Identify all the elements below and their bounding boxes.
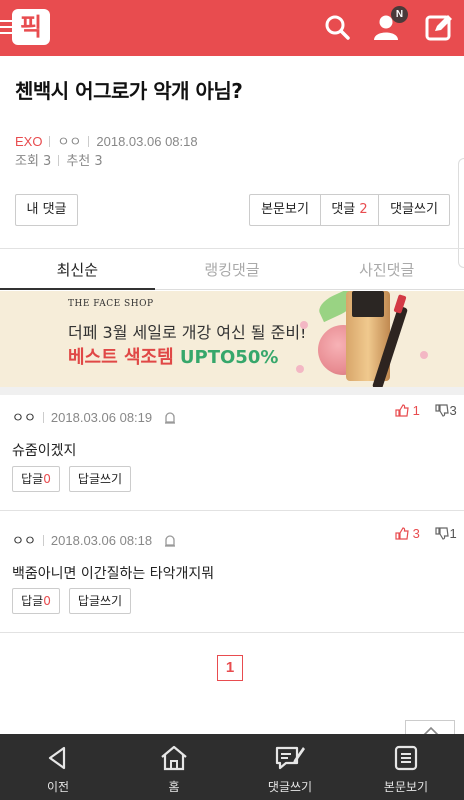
upvote-count: 3 <box>412 526 420 541</box>
divider <box>0 510 464 511</box>
nav-home[interactable]: 홈 <box>116 734 232 800</box>
page-1-link[interactable]: 1 <box>217 655 243 681</box>
nav-home-label: 홈 <box>168 780 180 794</box>
comment-author: ㅇㅇ <box>12 533 36 548</box>
nav-view-post[interactable]: 본문보기 <box>348 734 464 800</box>
thumbs-up-button[interactable]: 1 <box>395 403 420 418</box>
comment-sort-tabs: 최신순 랭킹댓글 사진댓글 <box>0 252 464 290</box>
top-app-bar: 픽 N <box>0 0 464 56</box>
home-icon <box>161 745 187 771</box>
divider <box>0 632 464 633</box>
ad-brand: THE FACE SHOP <box>68 299 154 309</box>
ad-subheadline-red: 베스트 색조템 <box>68 347 180 368</box>
thumbs-down-button[interactable]: 1 <box>435 526 457 541</box>
my-comments-button[interactable]: 내 댓글 <box>15 194 78 226</box>
post-recommends: 추천 3 <box>66 154 103 169</box>
thumbs-down-icon <box>435 404 450 417</box>
divider <box>0 248 464 249</box>
thumbs-down-button[interactable]: 3 <box>435 403 457 418</box>
nav-write-comment[interactable]: 댓글쓰기 <box>232 734 348 800</box>
comment-author: ㅇㅇ <box>12 410 36 425</box>
post-action-group: 본문보기 댓글 2 댓글쓰기 <box>249 194 450 226</box>
comment-text: 슈줌이겠지 <box>12 443 77 459</box>
reply-label: 답글 <box>21 594 44 608</box>
bottom-nav: 이전 홈 댓글쓰기 본문보기 <box>0 734 464 800</box>
reply-count-button[interactable]: 답글0 <box>12 588 60 614</box>
thumbs-up-icon <box>395 404 409 417</box>
reply-count: 0 <box>43 594 51 608</box>
post-stats: 조회 3 추천 3 <box>15 150 103 169</box>
site-logo[interactable]: 픽 <box>12 9 50 45</box>
thumbs-down-icon <box>435 527 450 540</box>
post-title: 첸백시 어그로가 악개 아님? <box>15 79 243 103</box>
comment-meta: ㅇㅇ 2018.03.06 08:18 <box>12 530 176 549</box>
comment-votes: 1 3 <box>395 403 457 418</box>
comment-datetime: 2018.03.06 08:19 <box>50 410 153 425</box>
view-post-button[interactable]: 본문보기 <box>250 195 321 225</box>
comment-text: 백줌아니면 이간질하는 타악개지뭐 <box>12 566 215 582</box>
section-gap <box>0 387 464 395</box>
comments-count: 2 <box>359 202 368 217</box>
write-icon[interactable] <box>424 12 454 42</box>
tab-ranking[interactable]: 랭킹댓글 <box>154 252 310 290</box>
downvote-count: 1 <box>449 526 457 541</box>
back-icon <box>48 746 66 770</box>
nav-view-post-label: 본문보기 <box>383 780 429 794</box>
downvote-count: 3 <box>449 403 457 418</box>
post-meta: EXO ㅇㅇ 2018.03.06 08:18 <box>15 131 198 150</box>
menu-icon[interactable] <box>0 20 12 36</box>
reply-label: 답글 <box>21 472 44 486</box>
comment-write-icon <box>275 746 305 770</box>
write-reply-button[interactable]: 답글쓰기 <box>69 466 131 492</box>
ad-flower-image <box>420 351 428 359</box>
post-category[interactable]: EXO <box>15 134 42 149</box>
post-datetime: 2018.03.06 08:18 <box>96 134 198 149</box>
upvote-count: 1 <box>412 403 420 418</box>
ad-headline: 더페 3월 세일로 개강 여신 될 준비! <box>68 323 307 342</box>
nav-write-comment-label: 댓글쓰기 <box>267 780 313 794</box>
ad-flower-image <box>296 365 304 373</box>
write-reply-button[interactable]: 답글쓰기 <box>69 588 131 614</box>
ad-subheadline: 베스트 색조템 UPTO50% <box>68 343 278 369</box>
nav-back[interactable]: 이전 <box>0 734 116 800</box>
ad-foundation-cap <box>352 291 384 317</box>
report-icon[interactable] <box>164 411 176 424</box>
tab-photo[interactable]: 사진댓글 <box>309 252 464 290</box>
nav-back-label: 이전 <box>46 780 70 794</box>
notification-badge: N <box>391 6 408 23</box>
ad-subheadline-green: UPTO50% <box>179 347 279 368</box>
document-icon <box>394 745 418 771</box>
ad-flower-image <box>300 321 308 329</box>
ad-banner[interactable]: THE FACE SHOP 더페 3월 세일로 개강 여신 될 준비! 베스트 … <box>0 291 464 387</box>
tab-latest[interactable]: 최신순 <box>0 252 155 290</box>
comments-label: 댓글 <box>331 202 356 217</box>
post-author: ㅇㅇ <box>57 134 82 149</box>
comments-button[interactable]: 댓글 2 <box>321 195 379 225</box>
search-icon[interactable] <box>322 12 352 42</box>
reply-count: 0 <box>43 472 51 486</box>
comment-votes: 3 1 <box>395 526 457 541</box>
thumbs-up-icon <box>395 527 409 540</box>
comment-datetime: 2018.03.06 08:18 <box>50 533 153 548</box>
post-views: 조회 3 <box>15 154 52 169</box>
reply-count-button[interactable]: 답글0 <box>12 466 60 492</box>
report-icon[interactable] <box>164 534 176 547</box>
comment-meta: ㅇㅇ 2018.03.06 08:19 <box>12 407 176 426</box>
thumbs-up-button[interactable]: 3 <box>395 526 420 541</box>
write-comment-button[interactable]: 댓글쓰기 <box>379 195 449 225</box>
